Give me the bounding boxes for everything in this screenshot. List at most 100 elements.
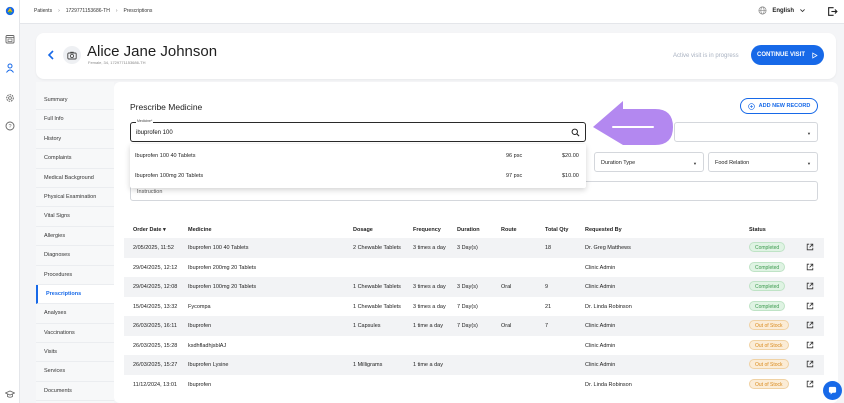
external-link-icon[interactable] [806,243,814,251]
play-icon [812,51,818,59]
logo-icon[interactable] [4,5,16,17]
column-route: Route [501,227,517,233]
table-row[interactable]: 26/03/2025, 15:28 ksdhfladhjsblAJ Clinic A… [124,336,824,356]
cell-total-qty: 7 [545,323,549,329]
sidebar-item-medical-background[interactable]: Medical Background [36,169,114,188]
sidebar-item-visits[interactable]: Visits [36,343,114,363]
sidebar-item-full-info[interactable]: Full Info [36,110,114,130]
logout-icon[interactable] [827,6,838,17]
cell-total-qty: 21 [545,303,552,310]
chevron-down-icon [800,9,805,13]
calendar-icon[interactable] [4,33,16,45]
sidebar-item-vital-signs[interactable]: Vital Signs [36,207,114,227]
status-badge: Completed [749,242,786,252]
search-icon[interactable] [571,128,580,137]
external-link-icon[interactable] [806,282,814,290]
cell-frequency: 3 times a day [413,303,446,310]
add-new-record-button[interactable]: ADD NEW RECORD [740,98,818,114]
continue-visit-button[interactable]: CONTINUE VISIT [751,45,824,65]
help-icon[interactable]: ? [4,120,16,132]
cell-requested-by: Clinic Admin [585,284,616,290]
sidebar-item-physical-examination[interactable]: Physical Examination [36,188,114,208]
table-row[interactable]: 29/04/2025, 12:08 Ibuprofen 100mg 20 Tabl… [124,277,824,297]
breadcrumb-patients[interactable]: Patients [34,8,52,14]
table-row[interactable]: 29/04/2025, 12:12 Ibuprofen 200mg 20 Tabl… [124,258,824,278]
status-badge: Out of Stock [749,378,789,389]
cell-medicine: Ibuprofen [188,381,212,388]
globe-icon [758,6,767,15]
suggestion-item[interactable]: Ibuprofen 100mg 20 Tablets 97 psc $10.00 [130,166,586,186]
prescriptions-table: Order Date ▾ Medicine Dosage Frequency D… [124,220,824,403]
cell-medicine: Ibuprofen Lysine [188,362,229,368]
external-link-icon[interactable] [806,380,814,388]
status-badge: Out of Stock [749,339,789,350]
external-link-icon[interactable] [806,341,814,349]
column-medicine: Medicine [188,227,212,233]
breadcrumb-patient-id[interactable]: 1729771153686-TH [66,8,110,14]
medicine-search-input[interactable]: Medicine* ibuprofen 100 [130,119,586,142]
suggestion-item[interactable]: Ibuprofen 100 40 Tablets 96 psc $20.00 [130,146,586,166]
cell-frequency: 1 time a day [413,362,443,368]
external-link-icon[interactable] [806,263,814,271]
column-status: Status [749,227,766,233]
duration-type-select[interactable]: Duration Type ▼ [594,152,704,172]
user-icon[interactable] [4,62,16,74]
language-selector[interactable]: English [758,6,806,15]
sidebar-item-analyses[interactable]: Analyses [36,304,114,324]
cell-frequency: 1 time a day [413,323,443,329]
cell-total-qty: 9 [545,284,549,290]
back-icon[interactable] [46,49,56,61]
column-duration: Duration [457,227,480,233]
cell-medicine: Ibuprofen 200mg 20 Tablets [188,264,257,271]
sidebar-item-vaccinations[interactable]: Vaccinations [36,324,114,344]
sidebar-item-complaints[interactable]: Complaints [36,149,114,169]
medicine-field-value: ibuprofen 100 [136,130,173,136]
cell-medicine: Ibuprofen 100 40 Tablets [188,245,249,251]
suggestion-price: $20.00 [562,153,579,159]
cell-medicine: Ibuprofen [188,323,212,329]
sidebar-item-allergies[interactable]: Allergies [36,227,114,247]
table-row[interactable]: 11/12/2024, 13:01 Ibuprofen Dr. Linda Robi… [124,375,824,395]
table-row[interactable]: 2/05/2025, 11:52 Ibuprofen 100 40 Tablets… [124,238,824,258]
column-order-date[interactable]: Order Date ▾ [133,227,166,233]
dosage-form-select[interactable]: ▼ [674,122,818,142]
sidebar-item-diagnoses[interactable]: Diagnoses [36,246,114,266]
sidebar-item-summary[interactable]: Summary [36,91,114,111]
cell-requested-by: Clinic Admin [585,264,616,271]
patient-name: Alice Jane Johnson [87,43,218,60]
table-row[interactable]: 15/04/2025, 13:32 Fycompa 1 Chewable Table… [124,297,824,317]
graduation-icon[interactable] [4,388,16,400]
table-row[interactable]: 26/03/2025, 15:27 Ibuprofen Lysine 1 Milli… [124,355,824,375]
cell-requested-by: Dr. Linda Robinson [585,303,632,310]
suggestion-qty: 96 psc [506,153,523,159]
cell-frequency: 3 times a day [413,245,446,251]
chat-button[interactable] [823,381,842,400]
cell-dosage: 1 Capsules [353,323,381,329]
food-relation-select[interactable]: Food Relation ▼ [708,152,818,172]
gear-icon[interactable] [4,92,16,104]
food-relation-label: Food Relation [715,160,750,166]
external-link-icon[interactable] [806,302,814,310]
status-badge: Completed [749,300,786,311]
external-link-icon[interactable] [806,360,814,368]
sidebar-item-history[interactable]: History [36,130,114,150]
status-badge: Out of Stock [749,320,789,330]
chat-icon [828,386,837,395]
table-row[interactable]: 26/03/2025, 16:11 Ibuprofen 1 Capsules 1 ti… [124,316,824,336]
external-link-icon[interactable] [806,321,814,329]
svg-text:?: ? [8,124,11,130]
table-header: Order Date ▾ Medicine Dosage Frequency D… [124,220,824,238]
sidebar-item-prescriptions[interactable]: Prescriptions [36,284,114,305]
cell-dosage: 2 Chewable Tablets [353,245,401,251]
breadcrumb-prescriptions: Prescriptions [123,8,153,14]
avatar[interactable] [63,46,81,64]
duration-type-label: Duration Type [601,160,636,166]
section-title: Prescribe Medicine [130,102,203,112]
breadcrumb-separator: › [58,8,60,14]
sidebar-item-services[interactable]: Services [36,362,114,382]
sidebar-item-documents[interactable]: Documents [36,382,114,402]
sidebar-item-procedures[interactable]: Procedures [36,266,114,285]
suggestion-name: Ibuprofen 100mg 20 Tablets [135,173,204,179]
visit-status: Active visit is in progress [673,53,739,59]
cell-duration: 7 Day(s) [457,303,478,310]
